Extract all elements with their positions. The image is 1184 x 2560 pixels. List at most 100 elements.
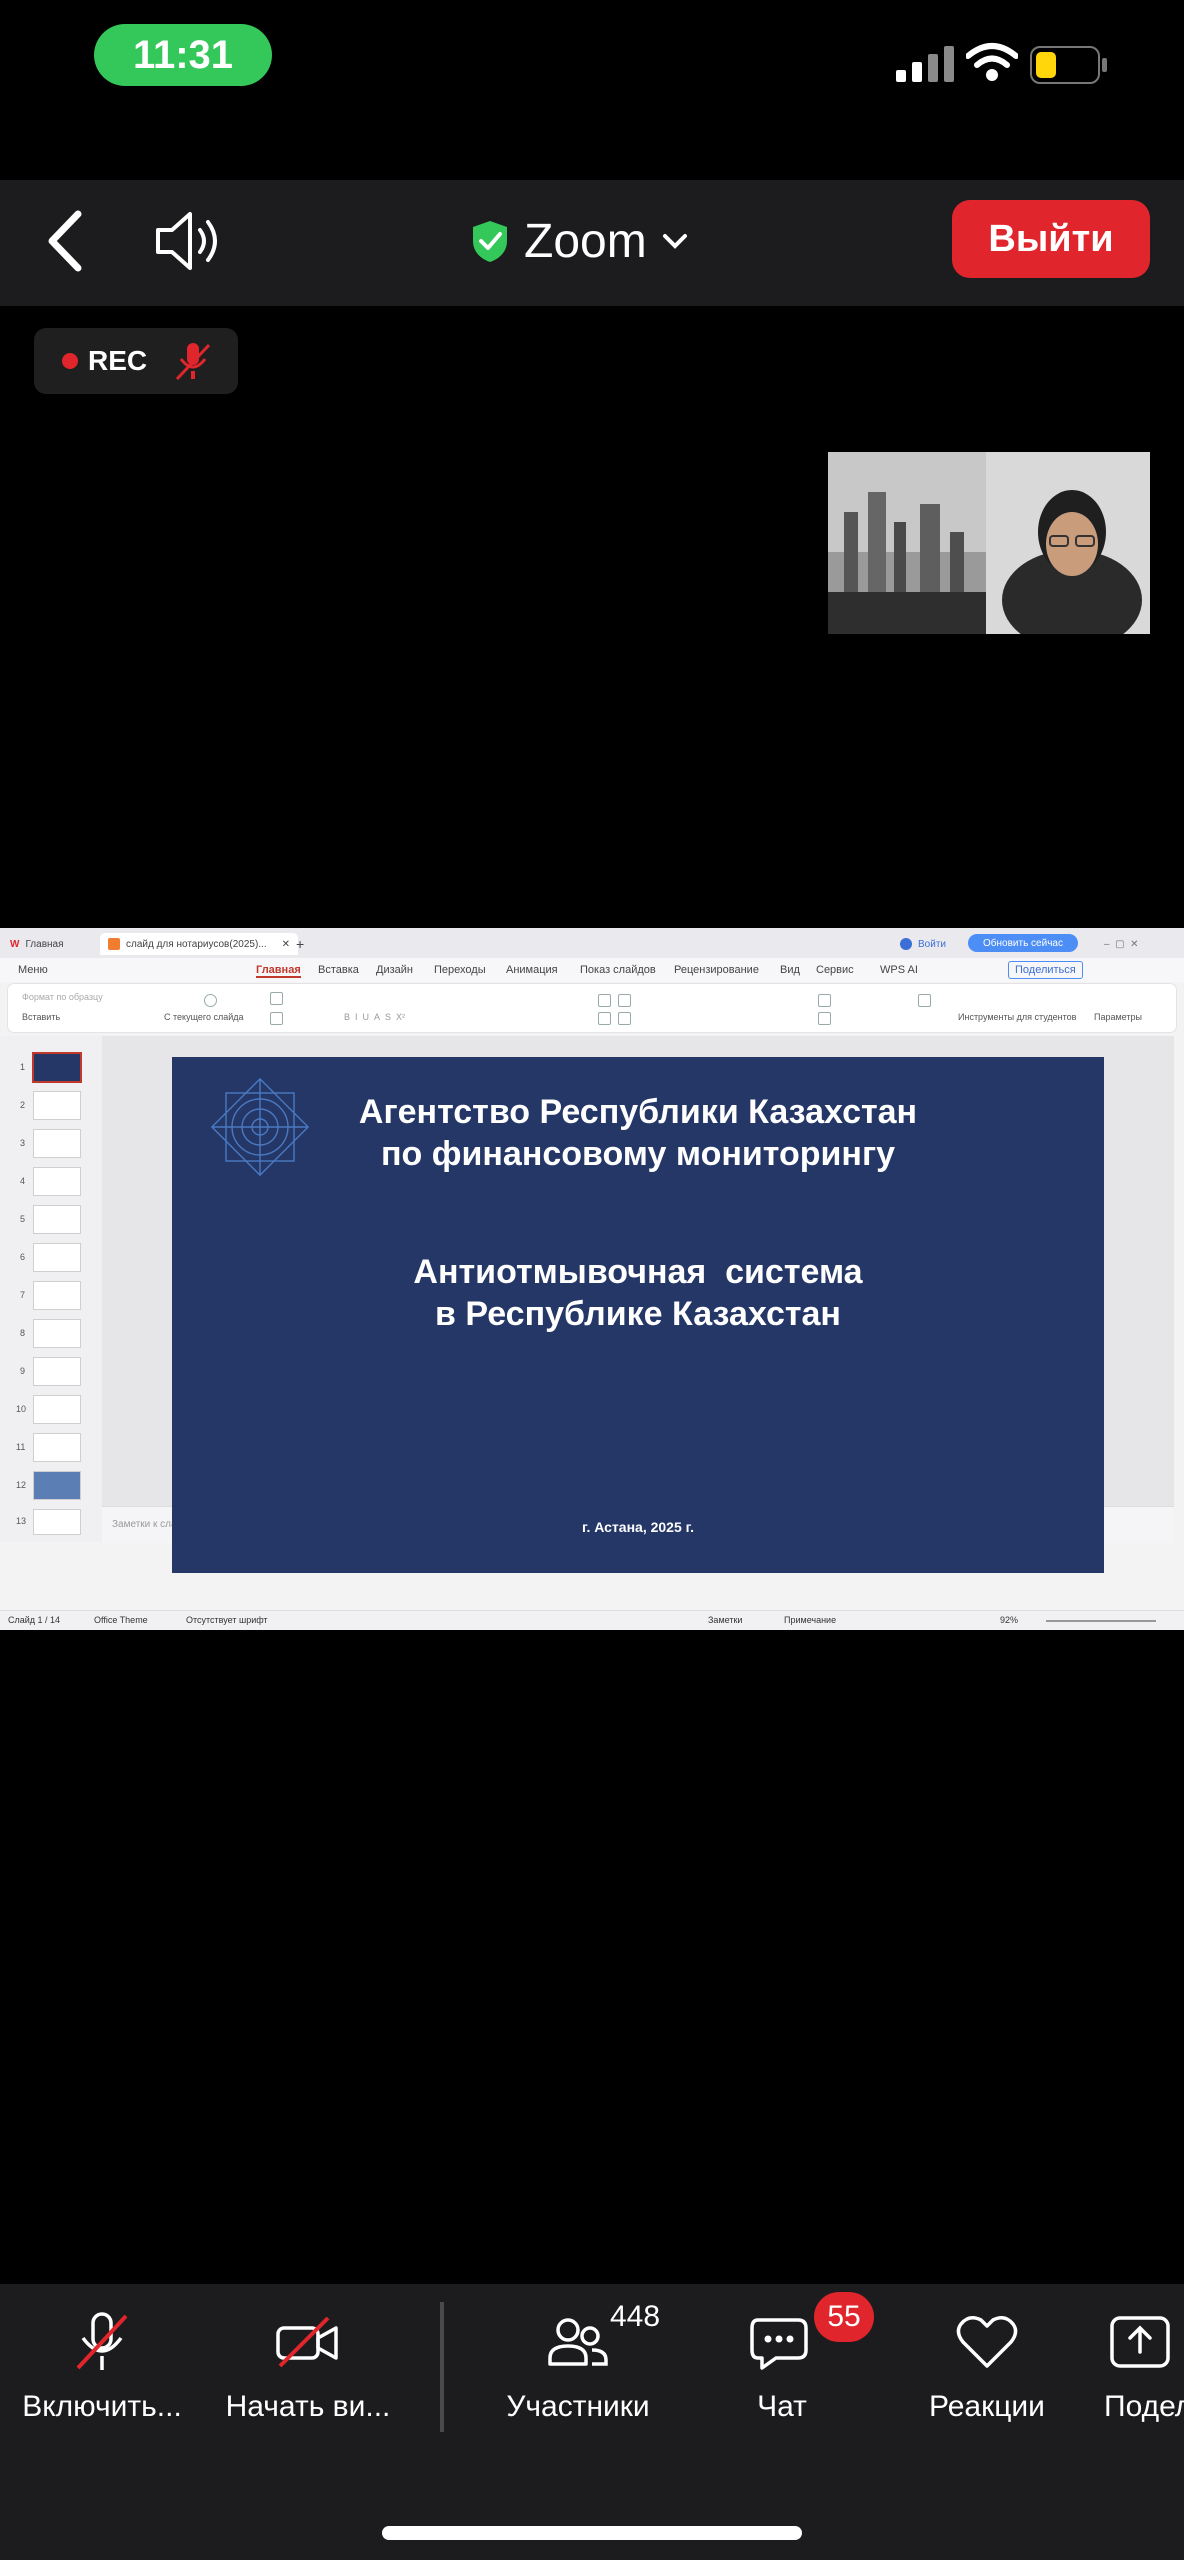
meeting-title: Zoom — [524, 214, 647, 268]
paste-button[interactable]: Вставить — [22, 1012, 60, 1022]
slide-thumbnail[interactable] — [34, 1206, 80, 1233]
status-time: 11:31 — [94, 24, 272, 86]
menu-item-review[interactable]: Рецензирование — [674, 964, 759, 976]
parameters-button[interactable]: Параметры — [1094, 1012, 1142, 1022]
participant-video-image — [828, 452, 1150, 634]
slide-number: 1 — [20, 1062, 26, 1072]
slide-thumbnail[interactable] — [34, 1510, 80, 1534]
slide-number: 9 — [20, 1366, 26, 1376]
menu-item-home[interactable]: Главная — [256, 964, 301, 978]
slide-number: 6 — [20, 1252, 26, 1262]
slide-thumbnail[interactable] — [34, 1054, 80, 1081]
chat-unread-badge: 55 — [814, 2292, 874, 2342]
slide-number: 10 — [16, 1404, 27, 1414]
slide-thumbnail[interactable] — [34, 1092, 80, 1119]
wps-menu-bar: Меню Главная Вставка Дизайн Переходы Ани… — [0, 958, 1184, 982]
meeting-title-dropdown[interactable]: Zoom — [470, 206, 689, 276]
slide-thumbnail[interactable] — [34, 1434, 80, 1461]
exit-button[interactable]: Выйти — [952, 200, 1150, 278]
chat-label: Чат — [757, 2390, 807, 2423]
slide-number: 4 — [20, 1176, 26, 1186]
from-current-slide-button[interactable]: С текущего слайда — [164, 1012, 244, 1022]
slide-number: 13 — [16, 1516, 27, 1526]
start-video-label: Начать ви... — [225, 2390, 391, 2423]
home-indicator[interactable] — [382, 2526, 802, 2540]
start-video-button[interactable]: Начать ви... — [210, 2306, 406, 2424]
muted-mic-icon — [76, 2312, 128, 2370]
slide-thumbnail-panel: 1 2 3 4 5 6 7 8 9 10 11 12 13 — [0, 1036, 102, 1542]
menu-item-menu[interactable]: Меню — [18, 964, 48, 976]
font-missing-warning[interactable]: Отсутствует шрифт — [186, 1615, 268, 1625]
textbox-icon — [818, 1012, 831, 1025]
slide-thumbnail[interactable] — [34, 1282, 80, 1309]
comments-toggle[interactable]: Примечание — [784, 1615, 836, 1625]
slide-subtitle-line-2: в Республике Казахстан — [435, 1295, 841, 1333]
recording-label: REC — [88, 345, 148, 376]
participants-label: Участники — [506, 2390, 650, 2423]
wifi-icon — [966, 43, 1018, 81]
chevron-down-icon — [662, 234, 687, 249]
theme-name: Office Theme — [94, 1615, 148, 1625]
slide-thumbnail[interactable] — [34, 1472, 80, 1499]
menu-item-insert[interactable]: Вставка — [318, 964, 359, 976]
layout-icon — [270, 992, 283, 1005]
unmute-button[interactable]: Включить... — [6, 2306, 198, 2424]
unmute-label: Включить... — [22, 2390, 182, 2423]
tab-home[interactable]: W Главная — [10, 933, 64, 955]
share-screen-button[interactable]: Поделит — [1104, 2306, 1184, 2424]
share-button[interactable]: Поделиться — [1008, 961, 1083, 979]
student-tools-button[interactable]: Инструменты для студентов — [958, 1012, 1076, 1022]
align-left-icon — [598, 1012, 611, 1025]
participant-video-thumbnail[interactable] — [828, 452, 1150, 634]
play-icon — [204, 994, 217, 1007]
slide-thumbnail[interactable] — [34, 1168, 80, 1195]
zoom-slider[interactable] — [1046, 1620, 1156, 1622]
zoom-level[interactable]: 92% — [1000, 1615, 1018, 1625]
presentation-file-icon — [108, 938, 120, 950]
tab-document[interactable]: слайд для нотариусов(2025)... ✕ — [100, 933, 298, 955]
slide-number: 5 — [20, 1214, 26, 1224]
wps-logo-icon: W — [10, 938, 20, 950]
notes-toggle[interactable]: Заметки — [708, 1615, 742, 1625]
status-bar: Слайд 1 / 14 Office Theme Отсутствует шр… — [0, 1610, 1184, 1630]
menu-item-wps-ai[interactable]: WPS AI — [880, 964, 918, 976]
menu-item-transitions[interactable]: Переходы — [434, 964, 486, 976]
slide-footer: г. Астана, 2025 г. — [582, 1519, 694, 1535]
tab-home-label: Главная — [25, 938, 64, 950]
shapes-icon — [818, 994, 831, 1007]
menu-item-animation[interactable]: Анимация — [506, 964, 558, 976]
text-format-controls[interactable]: B I U A S X² — [344, 1012, 405, 1022]
section-icon — [270, 1012, 283, 1025]
window-controls[interactable]: – ▢ ✕ — [1104, 933, 1139, 955]
login-link[interactable]: Войти — [900, 933, 946, 955]
menu-item-design[interactable]: Дизайн — [376, 964, 413, 976]
slide-title-line-2: по финансовому мониторингу — [380, 1135, 896, 1173]
menu-item-slideshow[interactable]: Показ слайдов — [580, 964, 656, 976]
share-icon — [1110, 2316, 1170, 2368]
slide-thumbnail[interactable] — [34, 1358, 80, 1385]
new-tab-icon[interactable]: + — [296, 933, 304, 955]
speaker-icon[interactable] — [152, 208, 228, 274]
slide-thumbnail[interactable] — [34, 1396, 80, 1423]
slide-thumbnail[interactable] — [34, 1130, 80, 1157]
heart-icon — [956, 2316, 1018, 2368]
wps-ribbon: Формат по образцу Вставить С текущего сл… — [8, 984, 1176, 1032]
participants-count: 448 — [610, 2300, 661, 2333]
tab-close-icon[interactable]: ✕ — [282, 939, 290, 950]
slide-thumbnail[interactable] — [34, 1320, 80, 1347]
menu-item-tools[interactable]: Сервис — [816, 964, 854, 976]
chat-icon — [750, 2318, 808, 2370]
back-chevron-icon[interactable] — [40, 206, 90, 276]
reactions-button[interactable]: Реакции — [900, 2306, 1074, 2424]
align-center-icon — [618, 1012, 631, 1025]
slide-number: 8 — [20, 1328, 26, 1338]
find-icon — [918, 994, 931, 1007]
share-label: Поделит — [1104, 2390, 1184, 2423]
slide-number: 3 — [20, 1138, 26, 1148]
slide-number: 2 — [20, 1100, 26, 1110]
user-avatar-icon — [900, 938, 912, 950]
format-painter-button[interactable]: Формат по образцу — [22, 992, 103, 1002]
slide-thumbnail[interactable] — [34, 1244, 80, 1271]
menu-item-view[interactable]: Вид — [780, 964, 800, 976]
upgrade-button[interactable]: Обновить сейчас — [968, 934, 1078, 952]
